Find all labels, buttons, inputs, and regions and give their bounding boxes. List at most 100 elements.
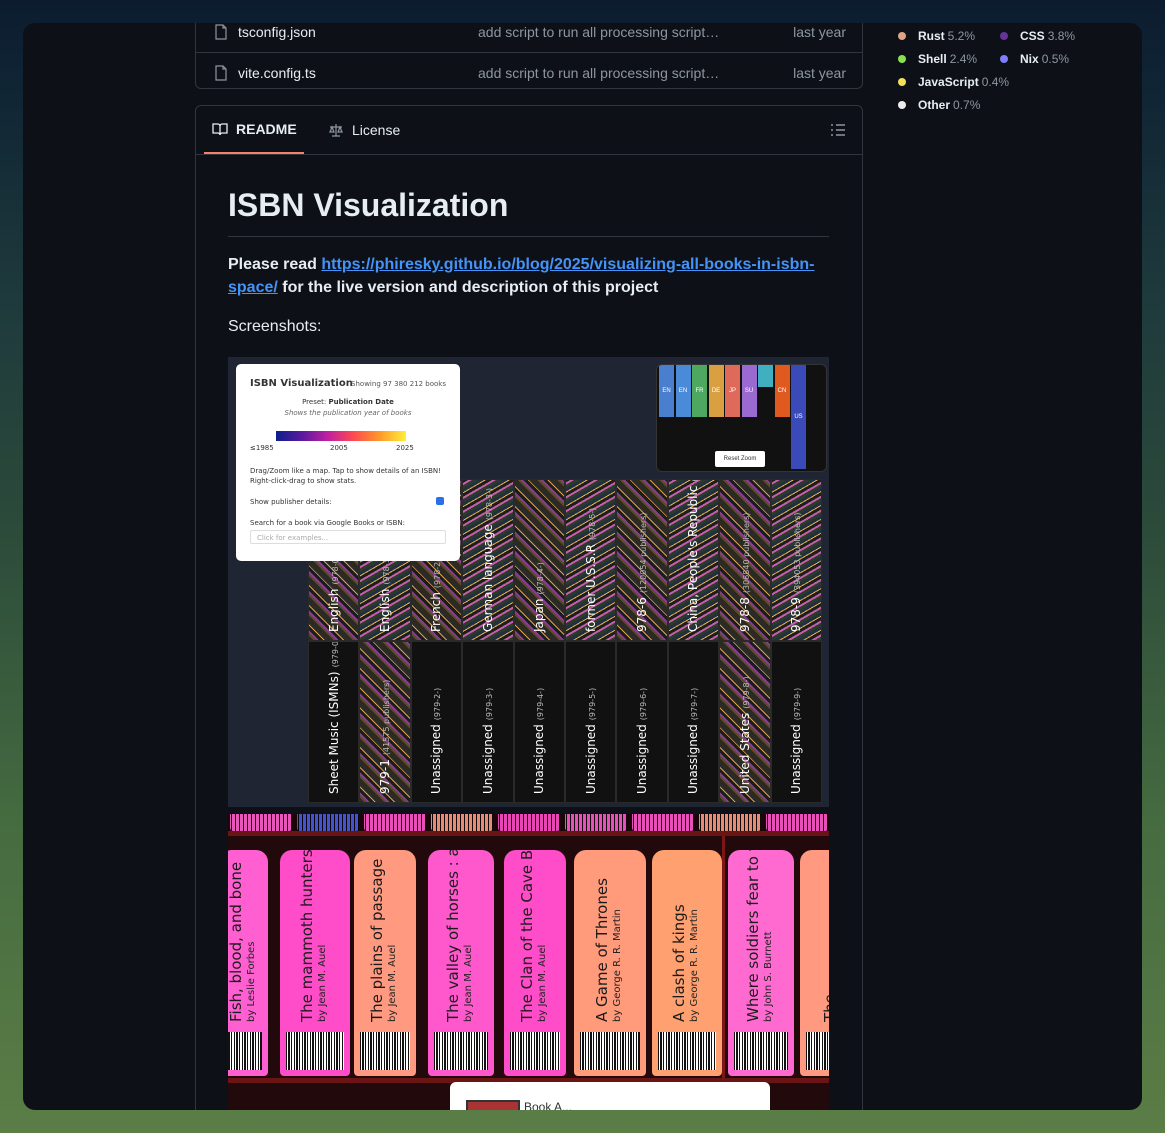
barcode xyxy=(734,1032,788,1070)
block-label-text: Unassigned xyxy=(635,724,650,794)
language-percent: 5.2% xyxy=(947,29,976,43)
isbn-block-top[interactable]: Japan (978-4-) xyxy=(513,479,565,641)
minimap-column[interactable]: EN xyxy=(675,365,691,417)
isbn-block-bottom[interactable]: Unassigned (979-4-) xyxy=(513,641,565,803)
language-nix[interactable]: Nix 0.5% xyxy=(1000,52,1069,66)
isbn-block-bottom[interactable]: Unassigned (979-9-) xyxy=(770,641,822,803)
minimap-column[interactable]: DE xyxy=(708,365,724,417)
file-icon xyxy=(215,23,227,40)
book-spine[interactable]: The ... xyxy=(800,850,829,1076)
isbn-block-label: 978-6 (120054 publishers) xyxy=(635,513,649,633)
minimap[interactable]: US CN SU JP DE FR EN EN Reset Zoom xyxy=(656,364,827,472)
language-percent: 3.8% xyxy=(1047,29,1076,43)
minimap-column[interactable]: FR xyxy=(692,365,707,417)
file-row[interactable]: vite.config.ts add script to run all pro… xyxy=(196,52,862,93)
book-title: A Game of Thrones xyxy=(593,878,611,1022)
book-spine[interactable]: Fish, blood, and bone by Leslie Forbes xyxy=(228,850,268,1076)
publisher-checkbox[interactable] xyxy=(436,497,444,505)
file-name[interactable]: tsconfig.json xyxy=(238,24,316,40)
commit-message[interactable]: add script to run all processing script… xyxy=(478,65,728,81)
book-title-block: Where soldiers fear to tread : a relief … xyxy=(744,850,777,1022)
isbn-block-bottom[interactable]: Sheet Music (ISMNs) (979-0-) xyxy=(308,641,360,803)
search-input[interactable]: Click for examples... xyxy=(250,530,446,544)
book-spine[interactable]: The valley of horses : a novel by Jean M.… xyxy=(428,850,494,1076)
screenshot-bookshelf[interactable]: Fish, blood, and bone by Leslie Forbes The… xyxy=(228,814,829,1110)
isbn-block-bottom[interactable]: Unassigned (979-6-) xyxy=(616,641,668,803)
minimap-column[interactable]: EN xyxy=(659,365,674,417)
block-label-sub: (979-3-) xyxy=(484,687,494,721)
tab-readme[interactable]: README xyxy=(204,106,304,154)
reset-zoom-button[interactable]: Reset Zoom xyxy=(715,451,765,467)
isbn-block-label: 979-1 (41575 publishers) xyxy=(378,680,392,794)
language-css[interactable]: CSS 3.8% xyxy=(1000,29,1075,43)
block-label-text: Unassigned xyxy=(429,724,444,794)
minimap-column[interactable]: SU xyxy=(741,365,757,417)
barcode xyxy=(360,1032,410,1070)
barcode xyxy=(286,1032,344,1070)
upper-book-spine[interactable] xyxy=(632,814,694,831)
book-spine[interactable]: Where soldiers fear to tread : a relief … xyxy=(728,850,794,1076)
isbn-block-label: Unassigned (979-9-) xyxy=(789,688,803,794)
isbn-block-bottom[interactable]: 979-1 (41575 publishers) xyxy=(359,641,411,803)
language-rust[interactable]: Rust 5.2% xyxy=(898,29,975,43)
book-title: Fish, blood, and bone xyxy=(228,861,245,1022)
language-shell[interactable]: Shell 2.4% xyxy=(898,52,977,66)
book-detail-card[interactable]: Book A... xyxy=(450,1082,770,1110)
panel-preset-desc: Shows the publication year of books xyxy=(284,409,412,417)
isbn-block-bottom[interactable]: Unassigned (979-2-) xyxy=(410,641,463,803)
upper-book-spine[interactable] xyxy=(498,814,560,831)
block-label-sub: (979-9-) xyxy=(793,687,803,721)
isbn-block-bottom[interactable]: United States (979-8-) xyxy=(719,641,771,803)
minimap-column[interactable] xyxy=(758,365,773,387)
minimap-column[interactable]: US xyxy=(791,365,806,469)
block-label-text: China, People's Republic xyxy=(686,485,701,632)
isbn-block-top[interactable]: former U.S.S.R (978-5-) xyxy=(565,479,617,641)
file-name[interactable]: vite.config.ts xyxy=(238,65,316,81)
isbn-block-label: Unassigned (979-7-) xyxy=(686,688,700,794)
isbn-block-top[interactable]: 978-9 (394053 publishers) xyxy=(770,479,822,641)
upper-book-spine[interactable] xyxy=(565,814,627,831)
block-label-sub: (979-5-) xyxy=(587,687,597,721)
barcode xyxy=(434,1032,488,1070)
isbn-block-label: German language (978-3-) xyxy=(481,488,495,632)
book-spine[interactable]: The mammoth hunters by Jean M. Auel xyxy=(280,850,350,1076)
file-row[interactable]: tsconfig.json add script to run all proc… xyxy=(196,23,862,53)
minimap-column[interactable]: JP xyxy=(725,365,740,417)
language-percent: 0.5% xyxy=(1041,52,1070,66)
tab-license[interactable]: License xyxy=(320,106,400,154)
block-label-sub: (394053 publishers) xyxy=(793,512,803,594)
block-label-sub: (978-2) xyxy=(433,558,443,589)
book-spine[interactable]: The Clan of the Cave Bear : a novel by Je… xyxy=(504,850,566,1076)
upper-book-spine[interactable] xyxy=(230,814,292,831)
book-spine[interactable]: The plains of passage by Jean M. Auel xyxy=(354,850,416,1076)
block-label-sub: (120054 publishers) xyxy=(639,512,649,594)
language-javascript[interactable]: JavaScript 0.4% xyxy=(898,75,1009,89)
browser-window: tsconfig.json add script to run all proc… xyxy=(23,23,1142,1110)
isbn-block-top[interactable]: China, People's Republic (978-7-) xyxy=(667,479,720,641)
book-spine[interactable]: A clash of kings by George R. R. Martin xyxy=(652,850,722,1076)
upper-book-spine[interactable] xyxy=(699,814,761,831)
upper-book-spine[interactable] xyxy=(766,814,828,831)
block-label-sub: (979-8-) xyxy=(741,676,751,709)
isbn-block-bottom[interactable]: Unassigned (979-5-) xyxy=(565,641,617,803)
isbn-block-top[interactable]: 978-6 (120054 publishers) xyxy=(616,479,668,641)
isbn-block-top[interactable]: German language (978-3-) xyxy=(462,479,514,641)
screenshot-treemap[interactable]: English(978-0) English(978-1) French (978-2… xyxy=(228,357,829,807)
book-spine[interactable]: A Game of Thrones by George R. R. Martin xyxy=(574,850,646,1076)
book-title-block: A clash of kings by George R. R. Martin xyxy=(670,904,703,1022)
language-other[interactable]: Other 0.7% xyxy=(898,98,980,112)
minimap-column[interactable]: CN xyxy=(774,365,790,417)
upper-book-spine[interactable] xyxy=(297,814,359,831)
isbn-block-top[interactable]: 978-8 (306840 publishers) xyxy=(719,479,771,641)
isbn-block-bottom[interactable]: Unassigned (979-7-) xyxy=(667,641,720,803)
outline-list-icon[interactable] xyxy=(830,122,846,138)
upper-book-spine[interactable] xyxy=(364,814,426,831)
language-color-dot xyxy=(898,78,906,86)
commit-message[interactable]: add script to run all processing script… xyxy=(478,24,728,40)
book-title-block: The ... xyxy=(821,975,829,1022)
isbn-block-bottom[interactable]: Unassigned (979-3-) xyxy=(462,641,514,803)
scale-icon xyxy=(329,124,343,137)
language-color-dot xyxy=(898,101,906,109)
panel-preset: Preset: Publication Date xyxy=(236,398,460,406)
upper-book-spine[interactable] xyxy=(431,814,493,831)
